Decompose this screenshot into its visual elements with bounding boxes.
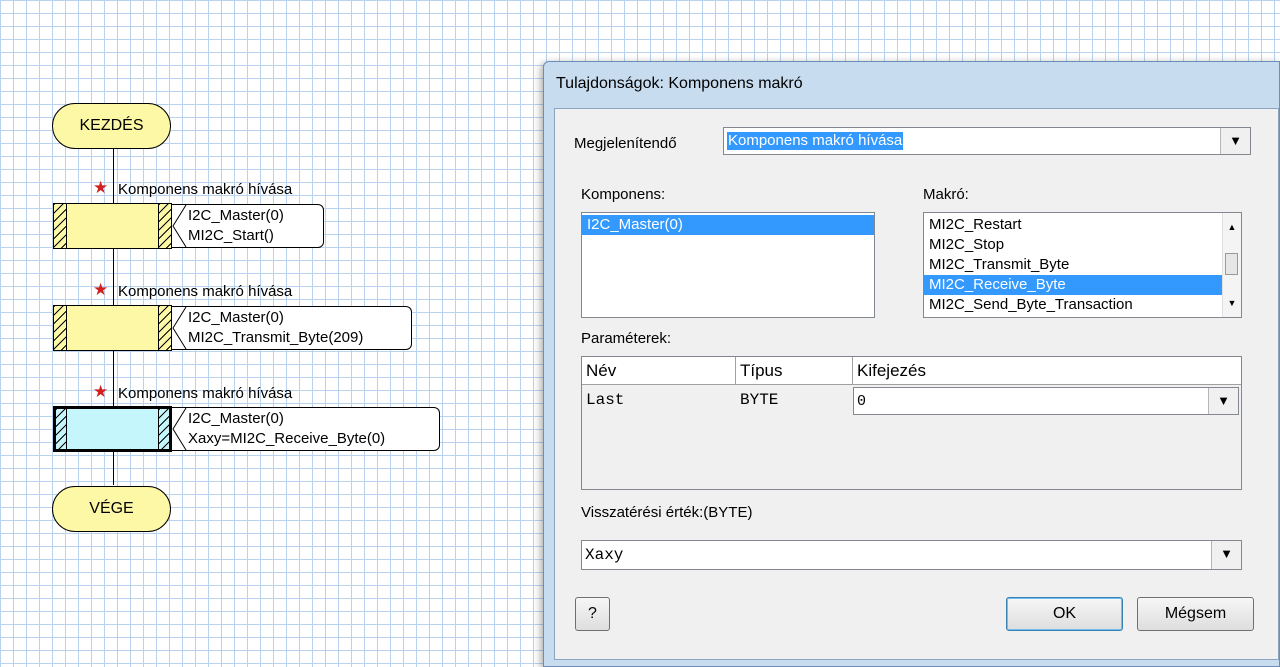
- block-hatch-left: [56, 409, 67, 449]
- block-label: Komponens makró hívása: [118, 283, 293, 300]
- column-header-name: Név: [582, 357, 736, 385]
- param-expression-combo[interactable]: 0 ▼: [853, 387, 1239, 415]
- macro-item[interactable]: MI2C_Transmit_Byte: [924, 255, 1241, 275]
- block-hatch-right: [158, 409, 169, 449]
- block-label: Komponens makró hívása: [118, 385, 293, 402]
- macro-item[interactable]: MI2C_Stop: [924, 235, 1241, 255]
- component-list[interactable]: I2C_Master(0): [581, 212, 875, 318]
- component-item-selected[interactable]: I2C_Master(0): [582, 215, 874, 235]
- star-icon: ★: [93, 382, 109, 401]
- macro-item[interactable]: MI2C_Send_Byte_Transaction: [924, 295, 1241, 315]
- star-icon: ★: [93, 280, 109, 299]
- component-label: Komponens:: [581, 186, 666, 203]
- cancel-button[interactable]: Mégsem: [1137, 597, 1254, 631]
- return-label: Visszatérési érték:(BYTE): [581, 504, 753, 521]
- macro-item-selected[interactable]: MI2C_Receive_Byte: [924, 275, 1223, 295]
- column-header-expression: Kifejezés: [853, 357, 1241, 385]
- display-value[interactable]: Komponens makró hívása: [727, 132, 904, 150]
- param-type: BYTE: [736, 385, 853, 415]
- properties-dialog: Tulajdonságok: Komponens makró Megjelení…: [543, 61, 1280, 667]
- param-name: Last: [582, 385, 736, 415]
- comment-line2: Xaxy=MI2C_Receive_Byte(0): [188, 430, 386, 447]
- scroll-down-icon[interactable]: ▼: [1223, 295, 1241, 311]
- comment-line1: I2C_Master(0): [188, 410, 284, 427]
- macro-call-block[interactable]: [53, 203, 172, 249]
- display-label: Megjelenítendő: [574, 135, 677, 152]
- macro-call-block[interactable]: [53, 305, 172, 351]
- dialog-body: Megjelenítendő Komponens makró hívása ▼ …: [554, 108, 1279, 660]
- macro-label: Makró:: [923, 186, 969, 203]
- chevron-down-icon[interactable]: ▼: [1220, 128, 1250, 154]
- comment-line1: I2C_Master(0): [188, 309, 284, 326]
- display-combo[interactable]: Komponens makró hívása ▼: [723, 127, 1251, 155]
- scroll-up-icon[interactable]: ▲: [1223, 219, 1241, 235]
- block-hatch-right: [158, 306, 171, 350]
- macro-list[interactable]: MI2C_Restart MI2C_Stop MI2C_Transmit_Byt…: [923, 212, 1242, 318]
- macro-scrollbar[interactable]: ▲ ▼: [1222, 213, 1241, 317]
- block-label: Komponens makró hívása: [118, 181, 293, 198]
- scroll-thumb[interactable]: [1225, 253, 1238, 275]
- block-hatch-left: [54, 306, 67, 350]
- comment-tail: [172, 205, 187, 247]
- return-value[interactable]: Xaxy: [585, 546, 623, 564]
- star-icon: ★: [93, 178, 109, 197]
- param-expression-value[interactable]: 0: [857, 393, 866, 411]
- start-label: KEZDÉS: [79, 117, 144, 134]
- block-hatch-right: [158, 204, 171, 248]
- macro-call-block-selected[interactable]: [53, 406, 172, 452]
- block-comment: I2C_Master(0) MI2C_Transmit_Byte(209): [172, 306, 412, 350]
- comment-tail: [172, 408, 187, 450]
- chevron-down-icon[interactable]: ▼: [1211, 541, 1241, 569]
- help-button[interactable]: ?: [575, 597, 610, 631]
- params-label: Paraméterek:: [581, 330, 672, 347]
- block-hatch-left: [54, 204, 67, 248]
- comment-tail: [172, 307, 187, 349]
- macro-item[interactable]: MI2C_Restart: [924, 215, 1241, 235]
- end-terminal[interactable]: VÉGE: [52, 486, 171, 532]
- comment-line2: MI2C_Transmit_Byte(209): [188, 329, 364, 346]
- chevron-down-icon[interactable]: ▼: [1208, 388, 1238, 414]
- return-combo[interactable]: Xaxy ▼: [581, 540, 1242, 570]
- block-comment: I2C_Master(0) Xaxy=MI2C_Receive_Byte(0): [172, 407, 440, 451]
- dialog-title: Tulajdonságok: Komponens makró: [556, 75, 803, 92]
- comment-line1: I2C_Master(0): [188, 207, 284, 224]
- params-grid: Név Típus Kifejezés Last BYTE 0 ▼: [581, 356, 1242, 490]
- start-terminal[interactable]: KEZDÉS: [52, 103, 171, 149]
- comment-line2: MI2C_Start(): [188, 227, 274, 244]
- block-comment: I2C_Master(0) MI2C_Start(): [172, 204, 324, 248]
- ok-button[interactable]: OK: [1006, 597, 1123, 631]
- column-header-type: Típus: [736, 357, 853, 385]
- end-label: VÉGE: [89, 500, 134, 517]
